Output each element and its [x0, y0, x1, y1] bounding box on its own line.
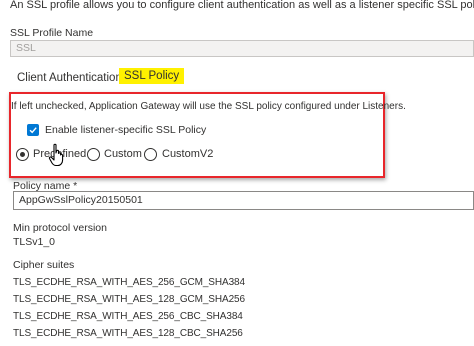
policy-note: If left unchecked, Application Gateway w… [11, 101, 406, 112]
min-protocol-label: Min protocol version [13, 222, 107, 234]
radio-predefined[interactable] [16, 148, 29, 161]
radio-customv2[interactable] [144, 148, 157, 161]
min-protocol-value: TLSv1_0 [13, 236, 56, 248]
listener-ssl-checkbox[interactable] [27, 124, 39, 136]
listener-ssl-checkbox-label[interactable]: Enable listener-specific SSL Policy [45, 124, 206, 136]
cipher-suites-label: Cipher suites [13, 259, 75, 271]
cipher-suite-item: TLS_ECDHE_RSA_WITH_AES_128_GCM_SHA256 [13, 294, 245, 305]
cipher-suite-item: TLS_ECDHE_RSA_WITH_AES_128_CBC_SHA256 [13, 328, 243, 339]
checkmark-icon [29, 127, 37, 134]
hand-pointer-icon [48, 143, 64, 167]
cipher-suite-item: TLS_ECDHE_RSA_WITH_AES_256_GCM_SHA384 [13, 277, 245, 288]
policy-name-dropdown[interactable]: AppGwSslPolicy20150501 [13, 191, 474, 210]
radio-customv2-label[interactable]: CustomV2 [162, 148, 213, 160]
ssl-profile-name-input[interactable]: SSL [10, 40, 474, 57]
tab-ssl-policy[interactable]: SSL Policy [119, 68, 185, 84]
cipher-suite-item: TLS_ECDHE_RSA_WITH_AES_256_CBC_SHA384 [13, 311, 243, 322]
radio-custom-label[interactable]: Custom [104, 148, 142, 160]
intro-text: An SSL profile allows you to configure c… [10, 0, 474, 11]
ssl-profile-name-label: SSL Profile Name [10, 27, 94, 39]
radio-custom[interactable] [87, 148, 100, 161]
tab-client-authentication[interactable]: Client Authentication [17, 72, 122, 84]
